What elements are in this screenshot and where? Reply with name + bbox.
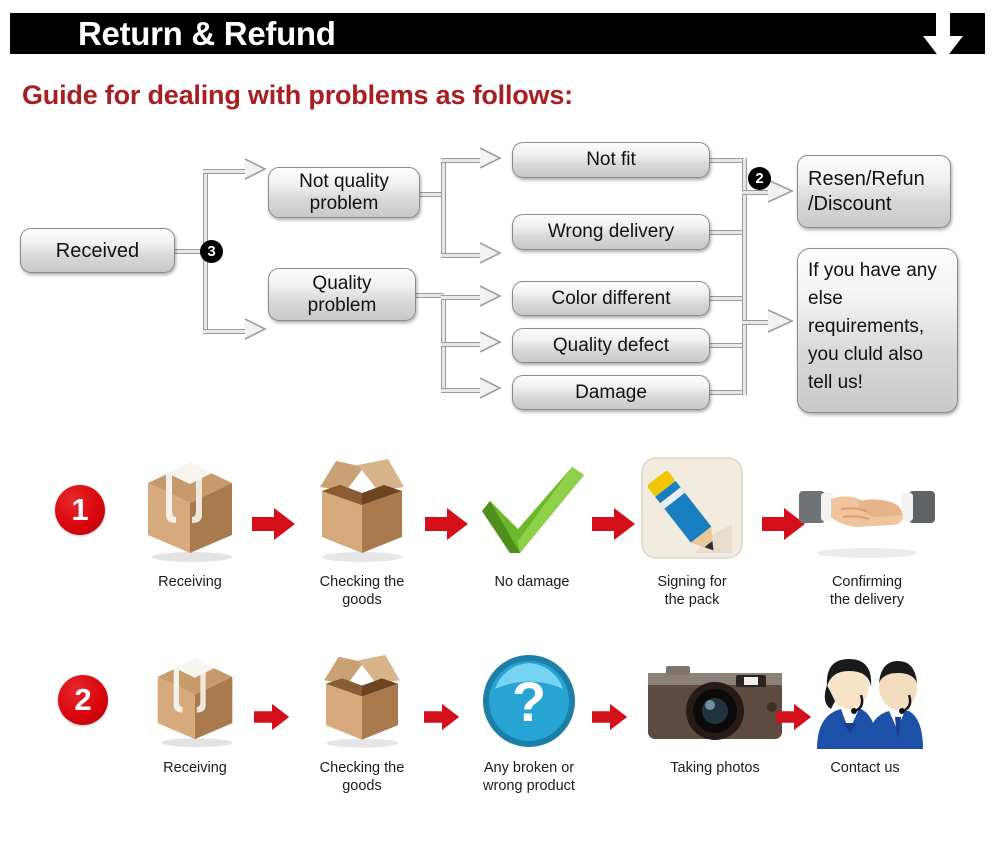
process-step-checking-goods-2: Checking the goods xyxy=(297,643,427,795)
connector-colordifferent-out xyxy=(709,296,745,301)
chevron-arrow-icon xyxy=(478,285,504,307)
process-step-checking-goods: Checking the goods xyxy=(292,455,432,609)
chevron-arrow-icon xyxy=(478,147,504,169)
chevron-arrow-icon xyxy=(243,158,269,180)
page-title: Return & Refund xyxy=(78,15,336,52)
red-arrow-icon xyxy=(592,703,628,731)
camera-icon xyxy=(640,643,790,751)
process-step-taking-photos: Taking photos xyxy=(640,643,790,777)
marker-3: 3 xyxy=(200,240,223,263)
pencil-sign-icon xyxy=(622,455,762,565)
returns-flowchart: Received 3 Not quality problem Quality p… xyxy=(0,130,1000,430)
down-arrow-icon xyxy=(920,2,966,64)
return-refund-page: Return & Refund Guide for dealing with p… xyxy=(0,0,1000,841)
step-caption: Taking photos xyxy=(670,760,760,776)
chevron-arrow-icon xyxy=(478,242,504,264)
marker-2: 2 xyxy=(748,167,771,190)
sealed-box-icon xyxy=(130,643,260,751)
sealed-box-icon xyxy=(120,455,260,565)
red-arrow-icon xyxy=(254,703,290,731)
step-number-2: 2 xyxy=(58,675,108,725)
step-caption: No damage xyxy=(494,574,570,590)
step-caption: Checking the goods xyxy=(319,574,405,608)
step-caption: Any broken or wrong product xyxy=(483,760,575,794)
step-caption: Signing for the pack xyxy=(657,574,727,608)
connector-qualitydefect-out xyxy=(709,343,745,348)
step-caption: Confirming the delivery xyxy=(829,574,905,608)
red-arrow-icon xyxy=(424,703,460,731)
connector-notfit-out xyxy=(709,158,745,163)
process-step-confirming: Confirming the delivery xyxy=(792,455,942,609)
flow-node-color-different[interactable]: Color different xyxy=(512,281,710,316)
question-mark-icon: ? xyxy=(464,643,594,751)
guide-heading: Guide for dealing with problems as follo… xyxy=(22,80,573,110)
support-agents-icon xyxy=(800,643,930,751)
process-step-receiving: Receiving xyxy=(120,455,260,591)
flow-node-wrong-delivery[interactable]: Wrong delivery xyxy=(512,214,710,250)
flow-node-received[interactable]: Received xyxy=(20,228,175,273)
flow-node-quality-problem[interactable]: Quality problem xyxy=(268,268,416,321)
red-arrow-icon xyxy=(252,507,296,541)
flow-node-else-requirements[interactable]: If you have any else requirements, you c… xyxy=(797,248,958,413)
chevron-arrow-icon xyxy=(478,377,504,399)
open-box-icon xyxy=(297,643,427,751)
process-step-no-damage: No damage xyxy=(462,455,602,591)
green-check-icon xyxy=(462,455,602,565)
svg-text:?: ? xyxy=(512,670,546,733)
chevron-arrow-icon xyxy=(243,318,269,340)
process-row-2: 2 Receiving Checking the goods ? Any bro… xyxy=(0,655,1000,835)
process-row-1: 1 Receiving Checking the goods No damage… xyxy=(0,455,1000,645)
chevron-arrow-icon xyxy=(766,309,794,333)
connector-split-2 xyxy=(441,158,446,258)
chevron-arrow-icon xyxy=(478,331,504,353)
step-number-1: 1 xyxy=(55,485,105,535)
flow-node-not-quality-problem[interactable]: Not quality problem xyxy=(268,167,420,218)
connector-wrongdelivery-out xyxy=(709,230,745,235)
step-caption: Receiving xyxy=(158,574,222,590)
connector-quality-out xyxy=(414,293,444,298)
flow-node-damage[interactable]: Damage xyxy=(512,375,710,410)
step-caption: Checking the goods xyxy=(319,760,405,794)
open-box-icon xyxy=(292,455,432,565)
flow-node-not-fit[interactable]: Not fit xyxy=(512,142,710,178)
handshake-icon xyxy=(792,455,942,565)
process-step-contact-us: Contact us xyxy=(800,643,930,777)
process-step-any-broken: ? Any broken or wrong product xyxy=(464,643,594,795)
step-caption: Contact us xyxy=(830,760,900,776)
step-caption: Receiving xyxy=(163,760,227,776)
connector-damage-out xyxy=(709,390,745,395)
process-step-signing: Signing for the pack xyxy=(622,455,762,609)
flow-node-quality-defect[interactable]: Quality defect xyxy=(512,328,710,363)
process-step-receiving-2: Receiving xyxy=(130,643,260,777)
flow-node-resend-refund-discount[interactable]: Resen/Refun /Discount xyxy=(797,155,951,228)
